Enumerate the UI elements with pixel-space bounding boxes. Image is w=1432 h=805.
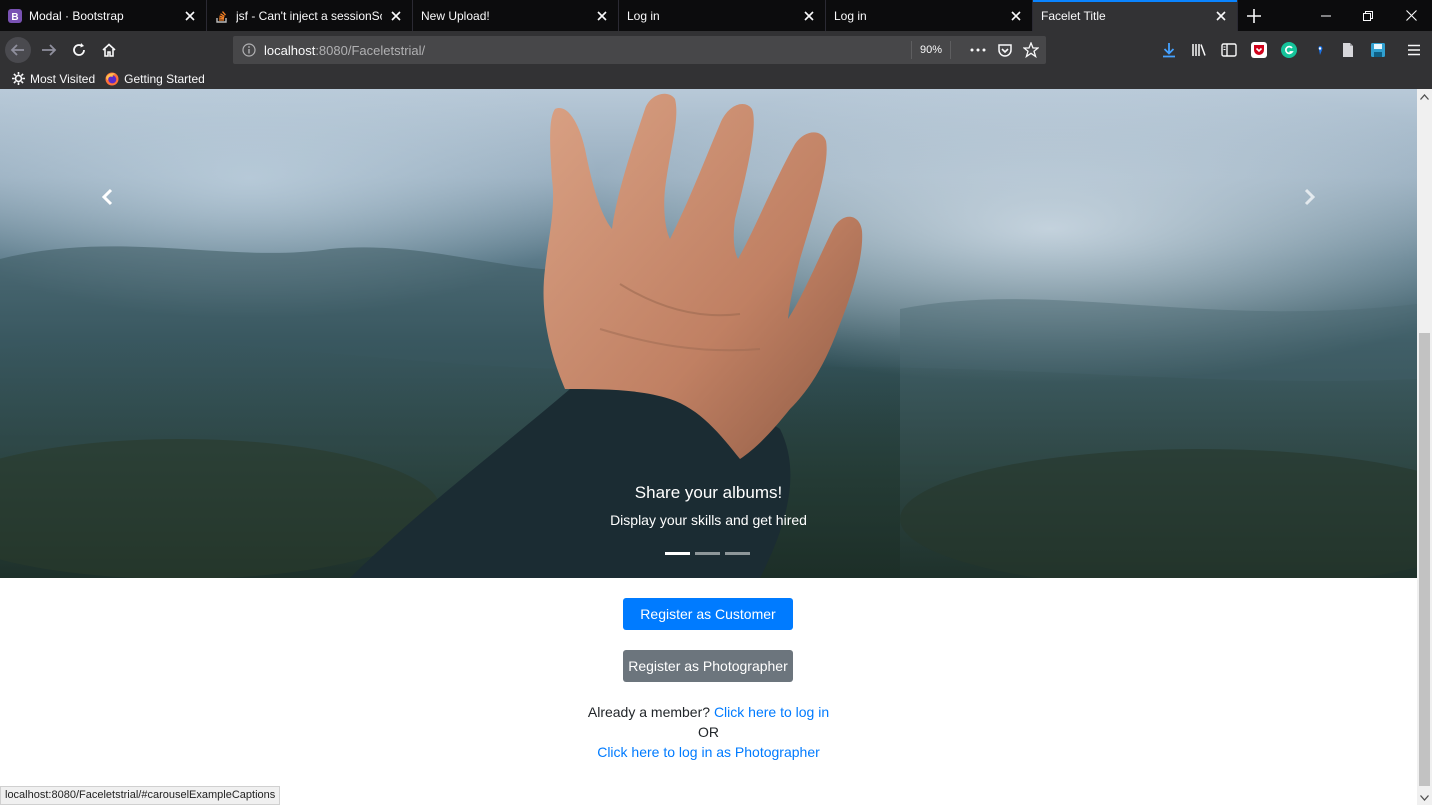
carousel-prev-button[interactable] [95, 185, 119, 209]
carousel-subtitle: Display your skills and get hired [610, 512, 807, 528]
minimize-button[interactable] [1305, 0, 1347, 31]
url-path: :8080/Faceletstrial/ [315, 43, 426, 58]
status-url-tooltip: localhost:8080/Faceletstrial/#carouselEx… [0, 786, 281, 805]
close-icon[interactable] [1008, 8, 1024, 24]
url-bar[interactable]: localhost:8080/Faceletstrial/ 90% [233, 36, 1046, 64]
library-icon[interactable] [1189, 40, 1209, 60]
navigation-toolbar: localhost:8080/Faceletstrial/ 90% [0, 31, 1432, 68]
tab-new-upload[interactable]: New Upload! [413, 0, 619, 31]
svg-text:B: B [11, 12, 18, 23]
carousel-indicator-1[interactable] [665, 552, 690, 555]
carousel-next-button[interactable] [1298, 185, 1322, 209]
gear-icon [11, 72, 25, 86]
login-prompt-text: Already a member? [587, 704, 711, 720]
tab-modal-bootstrap[interactable]: B Modal · Bootstrap [0, 0, 207, 31]
url-host: localhost [264, 43, 316, 58]
register-customer-button[interactable]: Register as Customer [623, 598, 793, 630]
bookmarks-toolbar: Most Visited Getting Started [0, 68, 1432, 89]
plus-icon [1247, 8, 1261, 23]
bootstrap-icon: B [8, 8, 22, 23]
tab-title: Facelet Title [1041, 8, 1106, 23]
restore-button[interactable] [1347, 0, 1389, 31]
back-arrow-icon [5, 37, 31, 63]
more-actions-icon[interactable] [968, 40, 988, 60]
forward-button[interactable] [35, 36, 63, 64]
sidebar-icon[interactable] [1219, 40, 1239, 60]
home-button[interactable] [95, 36, 123, 64]
tab-title: Log in [627, 8, 660, 23]
tab-strip: B Modal · Bootstrap jsf - Can't inject a… [0, 0, 1432, 31]
scroll-up-arrow-icon[interactable] [1417, 89, 1432, 104]
carousel-indicator-2[interactable] [695, 552, 720, 555]
page-icon[interactable] [1338, 40, 1358, 60]
tab-title: Modal · Bootstrap [29, 8, 124, 23]
close-icon[interactable] [801, 8, 817, 24]
carousel-indicator-3[interactable] [725, 552, 750, 555]
register-photographer-button[interactable]: Register as Photographer [623, 650, 793, 682]
scrollbar-thumb[interactable] [1419, 333, 1430, 786]
tab-log-in-2[interactable]: Log in [826, 0, 1033, 31]
close-icon[interactable] [1213, 8, 1229, 24]
tab-stackoverflow[interactable]: jsf - Can't inject a sessionScope [207, 0, 413, 31]
home-icon [102, 43, 116, 57]
close-icon[interactable] [388, 8, 404, 24]
menu-icon[interactable] [1404, 40, 1424, 60]
chevron-left-icon [101, 188, 113, 206]
tab-log-in[interactable]: Log in [619, 0, 826, 31]
window-close-button[interactable] [1390, 0, 1432, 31]
bookmark-label: Getting Started [124, 71, 205, 86]
tab-title: Log in [834, 8, 867, 23]
page-viewport: Share your albums! Display your skills a… [0, 89, 1417, 805]
translate-extension-icon[interactable] [1309, 40, 1329, 60]
scroll-down-arrow-icon[interactable] [1417, 790, 1432, 805]
stackoverflow-icon [215, 9, 229, 23]
tab-title: New Upload! [421, 8, 490, 23]
carousel-indicators [665, 552, 755, 555]
bookmark-label: Most Visited [30, 71, 96, 86]
carousel-title: Share your albums! [634, 483, 783, 502]
carousel: Share your albums! Display your skills a… [0, 89, 1417, 578]
or-separator: OR [698, 724, 719, 740]
info-icon[interactable] [242, 43, 256, 62]
chevron-right-icon [1304, 188, 1316, 206]
login-photographer-line: Click here to log in as Photographer [0, 744, 1417, 760]
tab-title: jsf - Can't inject a sessionScope [236, 8, 382, 23]
new-tab-button[interactable] [1238, 0, 1270, 31]
save-page-icon[interactable] [1368, 40, 1388, 60]
login-prompt-line: Already a member? Click here to log in [0, 704, 1417, 720]
download-icon[interactable] [1159, 40, 1179, 60]
url-text: localhost:8080/Faceletstrial/ [264, 43, 425, 58]
bookmark-getting-started[interactable]: Getting Started [105, 72, 205, 86]
back-button[interactable] [4, 36, 32, 64]
vertical-scrollbar[interactable] [1417, 89, 1432, 805]
login-link[interactable]: Click here to log in [714, 704, 829, 720]
bookmark-most-visited[interactable]: Most Visited [11, 72, 95, 86]
firefox-icon [105, 72, 119, 86]
tab-facelet-title[interactable]: Facelet Title [1033, 0, 1238, 31]
carousel-image [0, 93, 1417, 578]
pocket-icon[interactable] [995, 40, 1015, 60]
zoom-indicator[interactable]: 90% [911, 41, 952, 59]
login-photographer-link[interactable]: Click here to log in as Photographer [597, 744, 820, 760]
restore-icon [1363, 10, 1373, 21]
close-icon[interactable] [594, 8, 610, 24]
grammarly-icon[interactable] [1279, 40, 1299, 60]
reload-button[interactable] [65, 36, 93, 64]
minimize-icon [1321, 15, 1331, 16]
reload-icon [73, 43, 85, 56]
pocket-extension-icon[interactable] [1249, 40, 1269, 60]
close-icon[interactable] [182, 8, 198, 24]
close-icon [1405, 10, 1417, 21]
bookmark-star-icon[interactable] [1021, 40, 1041, 60]
forward-arrow-icon [42, 44, 57, 56]
